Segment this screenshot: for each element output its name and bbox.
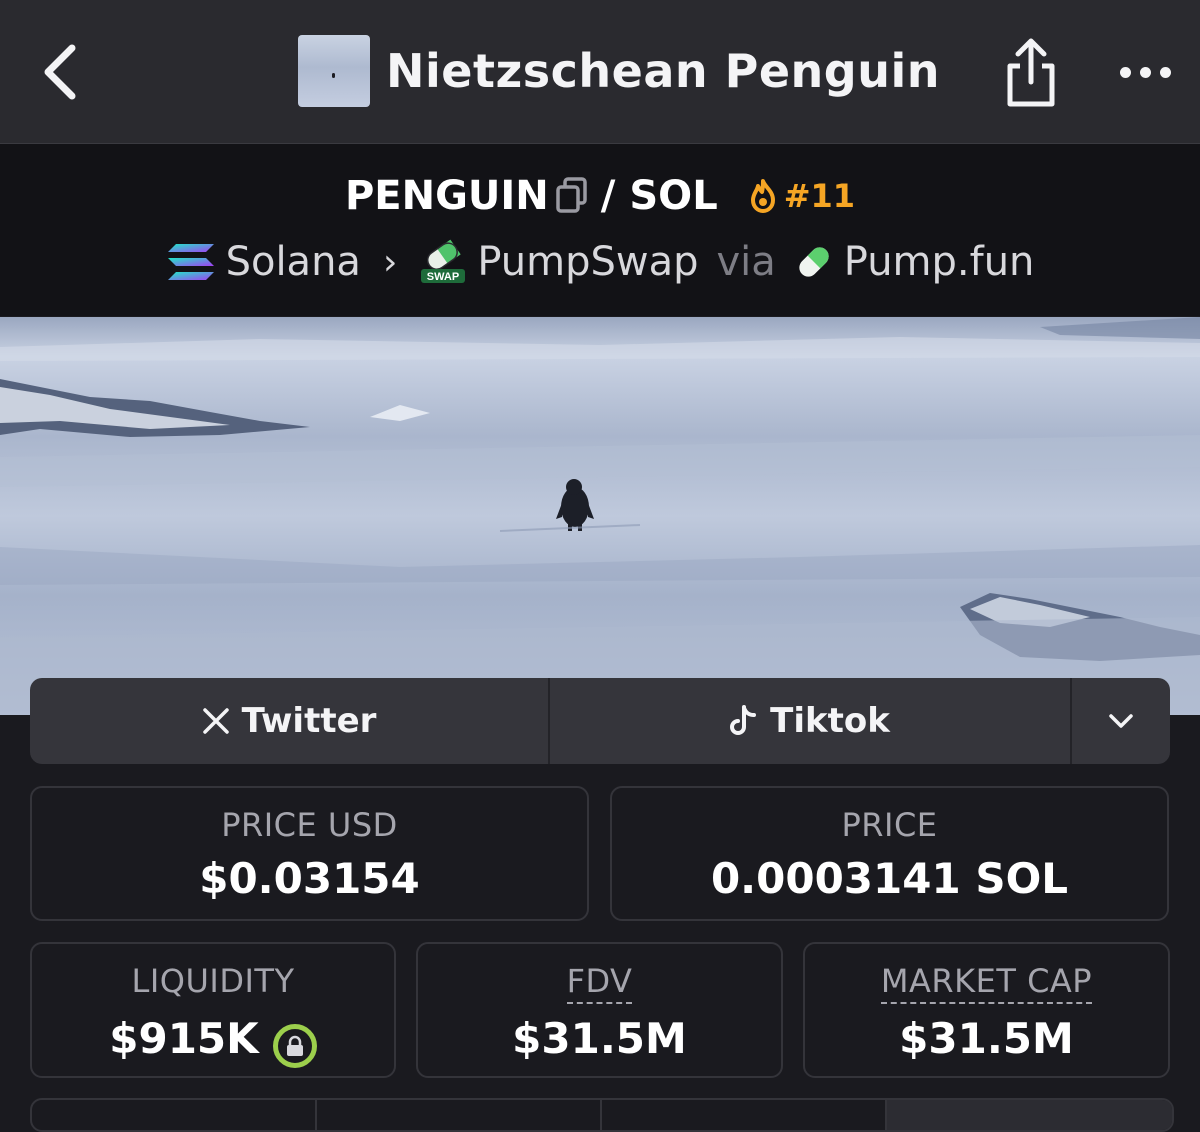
pumpfun-pill-icon xyxy=(794,242,834,282)
chevron-right-icon: › xyxy=(382,241,398,283)
social-links-bar: Twitter Tiktok xyxy=(30,678,1170,764)
price-native-card: PRICE 0.0003141 SOL xyxy=(610,786,1169,921)
market-cap-card[interactable]: MARKET CAP $31.5M xyxy=(803,942,1170,1078)
trending-rank-badge[interactable]: #11 xyxy=(748,177,855,215)
more-options-button[interactable] xyxy=(1112,50,1178,94)
liquidity-label: LIQUIDITY xyxy=(131,962,295,1000)
top-nav-bar: Nietzschean Penguin xyxy=(0,0,1200,144)
tab-divider xyxy=(315,1100,317,1130)
banner-scene xyxy=(0,317,1200,715)
tab-selected[interactable] xyxy=(885,1100,1172,1130)
more-dot-icon xyxy=(1159,66,1171,78)
more-dot-icon xyxy=(1139,66,1151,78)
pair-separator: / xyxy=(600,173,616,219)
share-icon xyxy=(1007,38,1055,107)
chevron-down-icon xyxy=(1109,714,1133,728)
liquidity-value-row: $915K xyxy=(32,1014,394,1068)
pair-title: PENGUIN / SOL #11 xyxy=(0,168,1200,224)
tiktok-button[interactable]: Tiktok xyxy=(550,678,1072,764)
dex-name-link[interactable]: PumpSwap xyxy=(477,239,698,285)
chevron-left-icon xyxy=(44,44,76,100)
svg-text:SWAP: SWAP xyxy=(427,271,459,283)
fdv-value: $31.5M xyxy=(512,1014,687,1063)
token-name: Nietzschean Penguin xyxy=(386,44,940,98)
price-usd-label: PRICE USD xyxy=(221,806,398,844)
price-native-label: PRICE xyxy=(841,806,938,844)
x-logo-icon xyxy=(202,708,229,734)
fdv-label: FDV xyxy=(418,962,781,1004)
tab-divider xyxy=(600,1100,602,1130)
token-title: Nietzschean Penguin xyxy=(298,35,940,107)
share-button[interactable] xyxy=(996,36,1066,108)
via-label: via xyxy=(716,239,776,285)
liquidity-lock-button[interactable] xyxy=(272,1024,317,1068)
token-thumbnail xyxy=(298,35,370,107)
back-button[interactable] xyxy=(30,38,90,106)
timeframe-tabs-partial[interactable] xyxy=(30,1098,1174,1132)
quote-token-symbol: SOL xyxy=(629,173,718,219)
copy-icon xyxy=(556,177,587,213)
flame-icon xyxy=(750,179,775,213)
copy-address-button[interactable] xyxy=(555,177,589,215)
price-usd-value: $0.03154 xyxy=(199,854,420,903)
tiktok-icon xyxy=(730,705,757,735)
price-usd-card: PRICE USD $0.03154 xyxy=(30,786,589,921)
twitter-label: Twitter xyxy=(241,701,377,741)
base-token-symbol: PENGUIN xyxy=(344,173,549,219)
tiktok-label: Tiktok xyxy=(770,701,890,741)
trending-rank: #11 xyxy=(783,177,856,215)
more-dot-icon xyxy=(1119,66,1131,78)
token-banner-image xyxy=(0,317,1200,715)
twitter-button[interactable]: Twitter xyxy=(30,678,550,764)
route-breadcrumb: Solana › SWAP PumpSwap via Pump.fun xyxy=(0,236,1200,288)
solana-logo-icon xyxy=(166,242,216,282)
more-socials-dropdown[interactable] xyxy=(1072,678,1170,764)
price-native-value: 0.0003141 SOL xyxy=(710,854,1069,903)
fdv-card[interactable]: FDV $31.5M xyxy=(416,942,783,1078)
liquidity-value: $915K xyxy=(109,1014,259,1063)
liquidity-card: LIQUIDITY $915K xyxy=(30,942,396,1078)
pumpswap-logo-icon: SWAP xyxy=(419,239,467,285)
market-cap-value: $31.5M xyxy=(899,1014,1074,1063)
chain-name-link[interactable]: Solana xyxy=(226,239,361,285)
launchpad-name-link[interactable]: Pump.fun xyxy=(844,239,1035,285)
lock-icon xyxy=(286,1035,303,1056)
market-cap-label: MARKET CAP xyxy=(805,962,1168,1004)
